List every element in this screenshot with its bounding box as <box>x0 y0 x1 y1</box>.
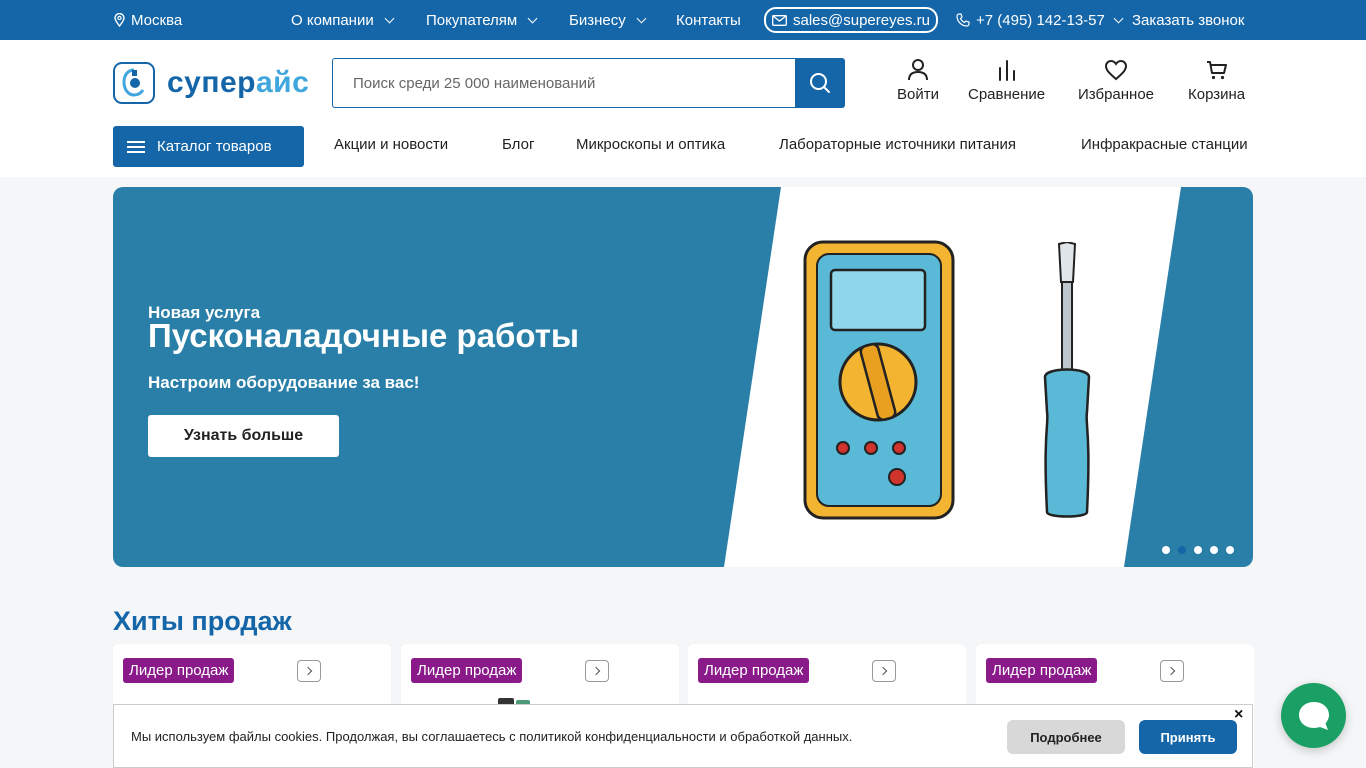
learn-more-button[interactable]: Узнать больше <box>148 415 339 457</box>
city-selector[interactable]: Москва <box>114 0 182 40</box>
logo[interactable]: суперайс <box>113 62 309 104</box>
logo-text-part1: супер <box>167 66 256 99</box>
contacts-label: Контакты <box>676 11 741 29</box>
chevron-right-icon <box>878 666 887 676</box>
bestseller-badge: Лидер продаж <box>698 658 810 683</box>
cookie-accept-button[interactable]: Принять <box>1139 720 1237 754</box>
slider-dot-4[interactable] <box>1210 546 1218 554</box>
login-label: Войти <box>897 86 939 103</box>
logo-text-part2: айс <box>256 66 310 99</box>
bestseller-badge: Лидер продаж <box>411 658 523 683</box>
favorites-button[interactable]: Избранное <box>1078 58 1154 103</box>
menu-icon <box>127 138 145 156</box>
card-next-button[interactable] <box>297 660 321 682</box>
slider-dot-5[interactable] <box>1226 546 1234 554</box>
banner-tagline: Настроим оборудование за вас! <box>148 373 420 392</box>
chevron-down-icon <box>1113 13 1124 23</box>
email-label: sales@supereyes.ru <box>793 11 930 29</box>
top-bar: Москва О компании Покупателям Бизнесу Ко… <box>0 0 1366 40</box>
mail-icon <box>772 14 787 26</box>
section-title-hits: Хиты продаж <box>113 606 292 636</box>
menu-business[interactable]: Бизнесу <box>569 0 647 40</box>
screwdriver-illustration <box>1043 242 1091 518</box>
login-button[interactable]: Войти <box>897 58 939 103</box>
chevron-right-icon <box>591 666 600 676</box>
card-next-button[interactable] <box>585 660 609 682</box>
chevron-right-icon <box>303 666 312 676</box>
header: суперайс Войти Сравнение Избранное Корзи… <box>0 40 1366 177</box>
nav-blog[interactable]: Блог <box>502 136 534 153</box>
chevron-down-icon <box>384 13 395 23</box>
phone-link[interactable]: +7 (495) 142-13-57 <box>956 0 1124 40</box>
bestseller-badge: Лидер продаж <box>986 658 1098 683</box>
menu-buyers[interactable]: Покупателям <box>426 0 538 40</box>
slider-dot-2[interactable] <box>1178 546 1186 554</box>
chevron-down-icon <box>636 13 647 23</box>
contacts-link[interactable]: Контакты <box>676 0 741 40</box>
phone-label: +7 (495) 142-13-57 <box>976 11 1105 29</box>
chevron-right-icon <box>1166 666 1175 676</box>
cookie-banner: Мы используем файлы cookies. Продолжая, … <box>113 704 1253 768</box>
menu-business-label: Бизнесу <box>569 11 626 29</box>
slider-dot-1[interactable] <box>1162 546 1170 554</box>
callback-link[interactable]: Заказать звонок <box>1132 0 1244 40</box>
catalog-label: Каталог товаров <box>157 138 272 155</box>
compare-button[interactable]: Сравнение <box>968 58 1045 103</box>
multimeter-illustration <box>803 240 955 520</box>
hero-banner[interactable]: Новая услуга Пусконаладочные работы Наст… <box>113 187 1253 567</box>
bestseller-badge: Лидер продаж <box>123 658 235 683</box>
phone-icon <box>956 13 970 27</box>
slider-dots <box>1162 546 1234 554</box>
cart-label: Корзина <box>1188 86 1246 103</box>
banner-title: Пусконаладочные работы <box>148 317 580 354</box>
location-pin-icon <box>114 13 125 27</box>
nav-ir-stations[interactable]: Инфракрасные станции <box>1081 136 1248 153</box>
search-icon <box>810 73 830 93</box>
search-bar <box>332 58 845 108</box>
logo-text: суперайс <box>167 66 309 100</box>
nav-microscopes[interactable]: Микроскопы и оптика <box>576 136 725 153</box>
menu-buyers-label: Покупателям <box>426 11 518 29</box>
city-label: Москва <box>131 11 183 29</box>
search-button[interactable] <box>795 58 845 108</box>
card-next-button[interactable] <box>872 660 896 682</box>
catalog-button[interactable]: Каталог товаров <box>113 126 304 167</box>
menu-about[interactable]: О компании <box>291 0 395 40</box>
chevron-down-icon <box>527 13 538 23</box>
menu-about-label: О компании <box>291 11 374 29</box>
search-input[interactable] <box>332 58 795 108</box>
heart-icon <box>1105 59 1128 81</box>
chat-button[interactable] <box>1281 683 1346 748</box>
user-icon <box>907 59 928 81</box>
nav-power-supplies[interactable]: Лабораторные источники питания <box>779 136 1016 153</box>
logo-mark-icon <box>113 62 155 104</box>
chat-bubble-icon <box>1298 701 1329 730</box>
nav-promotions[interactable]: Акции и новости <box>334 136 448 153</box>
compare-chart-icon <box>998 60 1015 81</box>
slider-dot-3[interactable] <box>1194 546 1202 554</box>
email-link[interactable]: sales@supereyes.ru <box>764 0 938 40</box>
cart-icon <box>1206 61 1227 80</box>
close-icon[interactable]: × <box>1234 706 1243 724</box>
card-next-button[interactable] <box>1160 660 1184 682</box>
cookie-more-button[interactable]: Подробнее <box>1007 720 1125 754</box>
cookie-text: Мы используем файлы cookies. Продолжая, … <box>131 729 853 744</box>
favorites-label: Избранное <box>1078 86 1155 103</box>
cart-button[interactable]: Корзина <box>1188 58 1245 103</box>
compare-label: Сравнение <box>968 86 1046 103</box>
callback-label: Заказать звонок <box>1132 11 1245 29</box>
